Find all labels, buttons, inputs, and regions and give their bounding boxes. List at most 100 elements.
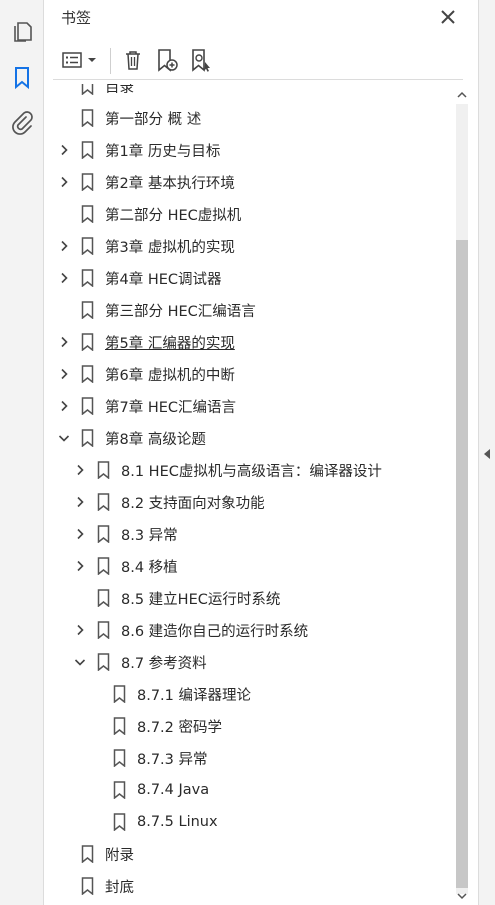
bookmark-label: 第二部分 HEC虚拟机 (105, 207, 242, 224)
scroll-up-button[interactable] (455, 88, 469, 102)
chevron-right-icon[interactable] (57, 175, 71, 189)
delete-bookmark-button[interactable] (119, 46, 147, 74)
bookmark-icon (97, 493, 111, 511)
chevron-right-icon[interactable] (57, 367, 71, 381)
bookmark-item[interactable]: 第2章 基本执行环境 (45, 166, 453, 198)
bookmark-add-icon (158, 49, 178, 72)
bookmark-item[interactable]: 第1章 历史与目标 (45, 134, 453, 166)
bookmark-item[interactable]: 封底 (45, 870, 453, 902)
close-panel-button[interactable] (437, 6, 459, 28)
bookmark-icon (81, 109, 95, 127)
chevron-left-icon (484, 449, 490, 459)
bookmark-label: 第4章 HEC调试器 (105, 271, 222, 288)
chevron-right-icon[interactable] (73, 527, 87, 541)
new-bookmark-button[interactable] (153, 46, 181, 74)
bookmark-icon (81, 237, 95, 255)
bookmark-label: 8.7.1 编译器理论 (137, 687, 252, 704)
scrollbar-thumb[interactable] (456, 240, 468, 888)
chevron-down-icon[interactable] (57, 431, 71, 445)
bookmark-icon (81, 205, 95, 223)
bookmark-item[interactable]: 第6章 虚拟机的中断 (45, 358, 453, 390)
bookmark-item[interactable]: 8.7.3 异常 (45, 742, 453, 774)
bookmark-item[interactable]: 8.1 HEC虚拟机与高级语言：编译器设计 (45, 454, 453, 486)
page-thumbnails-button[interactable] (8, 18, 36, 46)
bookmark-icon (81, 397, 95, 415)
chevron-right-icon[interactable] (73, 463, 87, 477)
bookmark-label: 8.2 支持面向对象功能 (121, 495, 265, 512)
bookmark-icon (81, 429, 95, 447)
bookmark-item[interactable]: 8.7.5 Linux (45, 806, 453, 838)
chevron-right-icon[interactable] (57, 271, 71, 285)
bookmark-icon (97, 589, 111, 607)
chevron-down-icon (87, 58, 96, 62)
chevron-down-icon[interactable] (73, 655, 87, 669)
attachment-icon (12, 111, 33, 135)
bookmark-label: 第2章 基本执行环境 (105, 175, 235, 192)
chevron-right-icon[interactable] (73, 495, 87, 509)
bookmark-item[interactable]: 8.5 建立HEC运行时系统 (45, 582, 453, 614)
bookmark-item[interactable]: 附录 (45, 838, 453, 870)
bookmark-item[interactable]: 第7章 HEC汇编语言 (45, 390, 453, 422)
bookmark-search-icon (192, 49, 210, 72)
chevron-right-icon[interactable] (57, 335, 71, 349)
bookmark-from-selection-button[interactable] (187, 46, 215, 74)
bookmark-item[interactable]: 8.3 异常 (45, 518, 453, 550)
bookmark-icon (97, 461, 111, 479)
bookmarks-panel: 书签 目录 第一部分 概 述 第1章 历史与目标 第2章 基本执行环境 第二部分… (45, 0, 478, 905)
bookmarks-button[interactable] (8, 64, 36, 92)
options-menu-button[interactable] (59, 46, 99, 74)
bookmark-label: 8.5 建立HEC运行时系统 (121, 591, 281, 608)
bookmark-item[interactable]: 8.7.1 编译器理论 (45, 678, 453, 710)
bookmark-item[interactable]: 8.6 建造你自己的运行时系统 (45, 614, 453, 646)
collapse-panel-button[interactable] (481, 446, 493, 462)
bookmark-item[interactable]: 目录 (45, 84, 453, 102)
bookmark-item[interactable]: 8.4 移植 (45, 550, 453, 582)
bookmark-item[interactable]: 第二部分 HEC虚拟机 (45, 198, 453, 230)
bookmark-item[interactable]: 8.7.2 密码学 (45, 710, 453, 742)
bookmark-item[interactable]: 第4章 HEC调试器 (45, 262, 453, 294)
bookmark-icon (97, 557, 111, 575)
attachments-button[interactable] (8, 109, 36, 137)
bookmark-label: 目录 (105, 84, 134, 96)
pages-icon (14, 22, 32, 42)
trash-icon (126, 51, 140, 70)
bookmark-item[interactable]: 第3章 虚拟机的实现 (45, 230, 453, 262)
scroll-down-button[interactable] (455, 889, 469, 903)
bookmark-icon (97, 525, 111, 543)
close-icon (441, 10, 455, 24)
bookmark-list: 目录第一部分 概 述第1章 历史与目标第2章 基本执行环境 第二部分 HEC虚拟机… (45, 84, 453, 902)
bookmark-icon (81, 269, 95, 287)
bookmark-icon (81, 333, 95, 351)
bookmark-label: 第8章 高级论题 (105, 431, 206, 448)
bookmark-item[interactable]: 8.2 支持面向对象功能 (45, 486, 453, 518)
chevron-right-icon[interactable] (57, 399, 71, 413)
bookmark-label: 第5章 汇编器的实现 (105, 335, 235, 352)
bookmark-icon (81, 84, 95, 95)
bookmark-item[interactable]: 8.7 参考资料 (45, 646, 453, 678)
bookmarks-toolbar (53, 42, 463, 80)
bookmark-item[interactable]: 第三部分 HEC汇编语言 (45, 294, 453, 326)
list-options-icon (61, 52, 82, 68)
bookmark-item[interactable]: 第5章 汇编器的实现 (45, 326, 453, 358)
bookmark-icon (81, 141, 95, 159)
bookmark-icon (97, 653, 111, 671)
chevron-right-icon[interactable] (73, 623, 87, 637)
chevron-right-icon[interactable] (57, 143, 71, 157)
bookmark-label: 8.4 移植 (121, 559, 178, 576)
bookmark-tree: 目录第一部分 概 述第1章 历史与目标第2章 基本执行环境 第二部分 HEC虚拟机… (45, 84, 453, 905)
bookmark-label: 第7章 HEC汇编语言 (105, 399, 237, 416)
bookmark-label: 8.7.3 异常 (137, 751, 208, 768)
chevron-right-icon[interactable] (73, 559, 87, 573)
bookmark-label: 8.7.4 Java (137, 782, 210, 798)
bookmark-label: 封底 (105, 879, 134, 896)
vertical-scrollbar[interactable] (453, 88, 469, 905)
panel-title: 书签 (61, 9, 92, 27)
bookmark-icon (113, 813, 127, 831)
bookmark-label: 8.7.5 Linux (137, 814, 218, 830)
bookmark-item[interactable]: 8.7.4 Java (45, 774, 453, 806)
chevron-right-icon[interactable] (57, 239, 71, 253)
bookmark-label: 附录 (105, 847, 134, 864)
bookmark-icon (81, 173, 95, 191)
bookmark-item[interactable]: 第8章 高级论题 (45, 422, 453, 454)
bookmark-item[interactable]: 第一部分 概 述 (45, 102, 453, 134)
